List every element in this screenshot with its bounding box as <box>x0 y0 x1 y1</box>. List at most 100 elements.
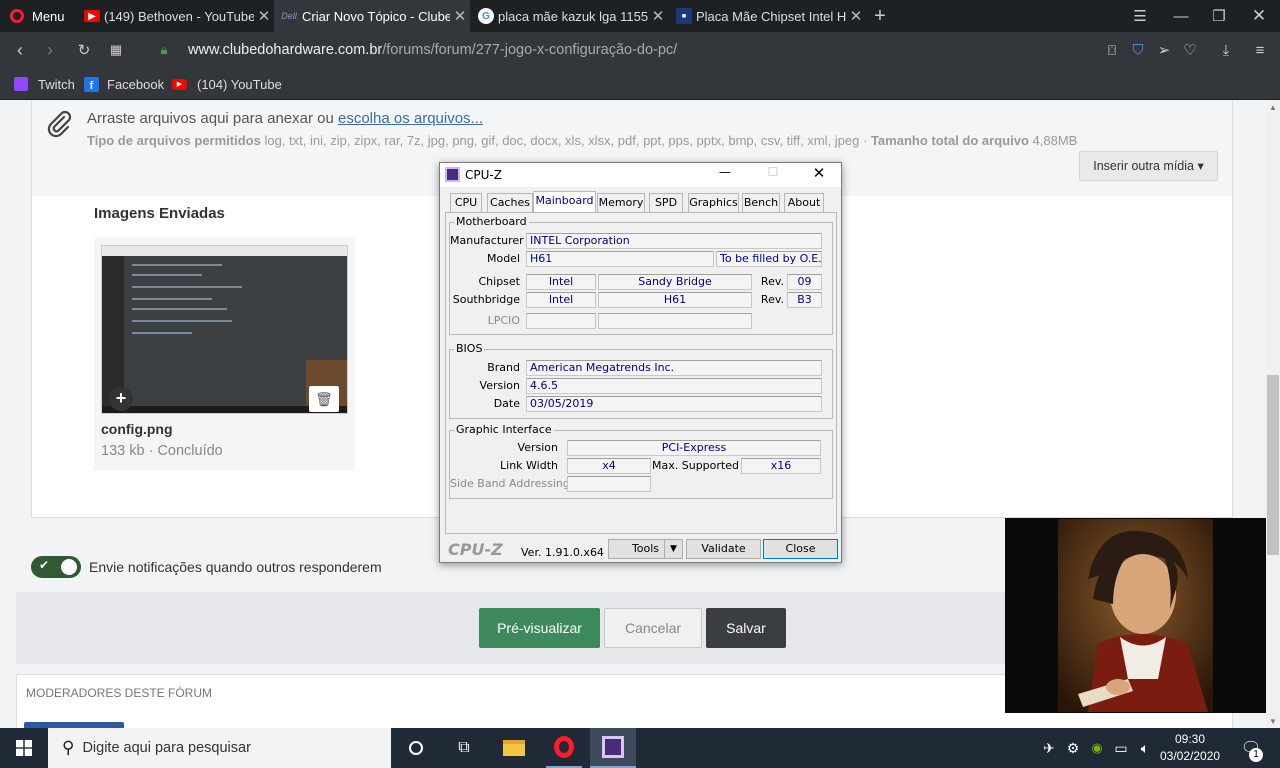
add-image-icon[interactable]: + <box>109 387 133 411</box>
minimize-icon[interactable]: — <box>710 165 740 185</box>
tab-title: placa mãe kazuk lga 1155 - Pesquisa Goog… <box>498 8 648 24</box>
rev-label: Rev. <box>760 293 784 306</box>
close-icon[interactable]: ✕ <box>846 7 866 25</box>
allowed-types: log, txt, ini, zip, zipx, rar, 7z, jpg, … <box>264 133 860 148</box>
download-icon[interactable]: ⤓ <box>1214 38 1238 62</box>
easy-setup-icon[interactable]: ≡ <box>1248 38 1272 62</box>
taskbar-search-box[interactable]: ⚲ Digite aqui para pesquisar <box>48 728 391 768</box>
tab-placa[interactable]: ■ Placa Mãe Chipset Intel H61 ✕ <box>670 0 866 32</box>
restore-icon[interactable]: ❐ <box>1204 0 1234 32</box>
scrollbar-thumb[interactable] <box>1267 375 1279 555</box>
bios-date-value: 03/05/2019 <box>526 396 822 412</box>
opera-taskbar-icon[interactable] <box>546 728 582 768</box>
heart-icon[interactable]: ♡ <box>1178 38 1202 62</box>
cancel-button[interactable]: Cancelar <box>604 608 702 648</box>
bookmark-facebook[interactable]: f Facebook <box>84 68 164 100</box>
task-view-icon[interactable]: ⧉ <box>448 728 480 768</box>
gi-version-label: Version <box>517 441 558 454</box>
send-icon[interactable]: ➢ <box>1152 38 1176 62</box>
reload-icon[interactable]: ↻ <box>72 38 96 62</box>
volume-icon[interactable]: 🔈︎ <box>1134 728 1156 768</box>
bookmark-twitch[interactable]: Twitch <box>14 68 75 100</box>
cpuz-tab-spd[interactable]: SPD <box>649 193 683 212</box>
url-field[interactable]: www.clubedohardware.com.br/forums/forum/… <box>188 32 1068 68</box>
allowed-label: Tipo de arquivos permitidos <box>87 133 261 148</box>
cpuz-taskbar-icon[interactable] <box>590 728 636 768</box>
bios-brand-label: Brand <box>487 361 520 374</box>
notifications-icon[interactable]: 🗨︎ <box>1234 728 1268 768</box>
manufacturer-label: Manufacturer <box>450 234 524 247</box>
cpuz-tab-graphics[interactable]: Graphics <box>688 193 739 212</box>
tab-google[interactable]: G placa mãe kazuk lga 1155 - Pesquisa Go… <box>472 0 668 32</box>
browser-menu-button[interactable]: Menu <box>0 0 76 32</box>
window-close-icon[interactable]: ✕ <box>1244 0 1274 32</box>
steam-icon[interactable]: ⚙ <box>1062 728 1084 768</box>
file-name: config.png <box>101 421 173 437</box>
cpuz-titlebar[interactable]: CPU-Z — ☐ ✕ <box>440 163 841 187</box>
cortana-icon[interactable] <box>400 728 432 768</box>
airplane-mode-icon[interactable]: ✈ <box>1038 728 1060 768</box>
back-icon[interactable]: ‹ <box>8 38 32 62</box>
tab-clube[interactable]: Dell Criar Novo Tópico - Clube do Hardwa… <box>274 0 470 32</box>
lpcio-label: LPCIO <box>487 314 520 327</box>
cpuz-tab-cpu[interactable]: CPU <box>450 193 482 212</box>
cpuz-window: CPU-Z — ☐ ✕ CPU Caches Mainboard Memory … <box>439 162 842 563</box>
close-icon[interactable]: ✕ <box>804 164 834 184</box>
clock[interactable]: 09:30 03/02/2020 <box>1160 731 1220 765</box>
southbridge-vendor: Intel <box>526 292 596 308</box>
cpuz-tab-about[interactable]: About <box>784 193 824 212</box>
bios-version-value: 4.6.5 <box>526 378 822 394</box>
chipset-name: Sandy Bridge <box>598 274 752 290</box>
minimize-icon[interactable]: — <box>1166 0 1196 32</box>
tab-youtube[interactable]: ▶ (149) Bethoven - YouTube ✕ <box>78 0 274 32</box>
dropdown-arrow-icon[interactable]: ▼ <box>664 540 682 558</box>
speed-dial-icon[interactable]: ▦ <box>104 38 128 62</box>
choose-files-link[interactable]: escolha os arquivos... <box>338 110 483 127</box>
file-meta: 133 kb · Concluído <box>101 443 223 459</box>
cpuz-tab-bench[interactable]: Bench <box>742 193 780 212</box>
video-popout[interactable] <box>1005 518 1266 713</box>
google-icon: G <box>478 8 494 24</box>
insert-media-button[interactable]: Inserir outra mídia ▾ <box>1079 151 1218 181</box>
caret-down-icon: ▾ <box>1197 159 1204 173</box>
attach-instructions: Arraste arquivos aqui para anexar ou esc… <box>87 110 483 127</box>
site-icon: ■ <box>676 8 692 24</box>
bios-date-label: Date <box>493 397 520 410</box>
close-icon[interactable]: ✕ <box>450 7 470 25</box>
model-extra-value: To be filled by O.E.M. <box>716 251 822 267</box>
clock-time: 09:30 <box>1174 732 1206 746</box>
close-icon[interactable]: ✕ <box>648 7 668 25</box>
trash-icon[interactable]: 🗑︎ <box>309 386 339 412</box>
close-button[interactable]: Close <box>763 539 838 559</box>
cpuz-tab-mainboard[interactable]: Mainboard <box>533 191 596 213</box>
close-icon[interactable]: ✕ <box>254 7 274 25</box>
tools-label: Tools <box>631 542 660 555</box>
nvidia-icon[interactable]: ◉ <box>1086 728 1108 768</box>
save-button[interactable]: Salvar <box>706 608 786 648</box>
scroll-down-icon[interactable]: ▼ <box>1266 714 1280 728</box>
validate-button[interactable]: Validate <box>686 539 761 559</box>
windows-taskbar: ⚲ Digite aqui para pesquisar ⧉ ✈ ⚙ ◉ ▭ 🔈… <box>0 728 1280 768</box>
file-explorer-icon[interactable] <box>496 728 532 768</box>
tab-menu-icon[interactable]: ☰ <box>1128 0 1152 32</box>
group-title: Motherboard <box>454 215 529 228</box>
scroll-up-icon[interactable]: ▲ <box>1266 100 1280 114</box>
camera-icon[interactable]: ⌼ <box>1100 38 1124 62</box>
vpn-shield-icon[interactable]: ⛉ <box>1126 38 1150 62</box>
forward-icon[interactable]: › <box>38 38 62 62</box>
start-button[interactable] <box>0 728 48 768</box>
bookmark-youtube[interactable]: ▶ (104) YouTube <box>172 68 282 100</box>
notify-toggle[interactable]: ✔ <box>31 556 81 578</box>
opera-logo-icon <box>10 9 24 23</box>
tools-button[interactable]: Tools ▼ <box>608 539 683 559</box>
bios-version-label: Version <box>479 379 520 392</box>
cpuz-tab-caches[interactable]: Caches <box>487 193 533 212</box>
maximize-icon: ☐ <box>767 165 779 179</box>
new-tab-plus-icon[interactable]: + <box>868 0 892 32</box>
dell-icon: Dell <box>281 11 297 21</box>
preview-button[interactable]: Pré-visualizar <box>479 608 600 648</box>
cpuz-tab-memory[interactable]: Memory <box>597 193 645 212</box>
search-placeholder: Digite aqui para pesquisar <box>82 740 251 756</box>
cpuz-brand-logo: CPU-Z <box>448 540 503 559</box>
network-icon[interactable]: ▭ <box>1110 728 1132 768</box>
